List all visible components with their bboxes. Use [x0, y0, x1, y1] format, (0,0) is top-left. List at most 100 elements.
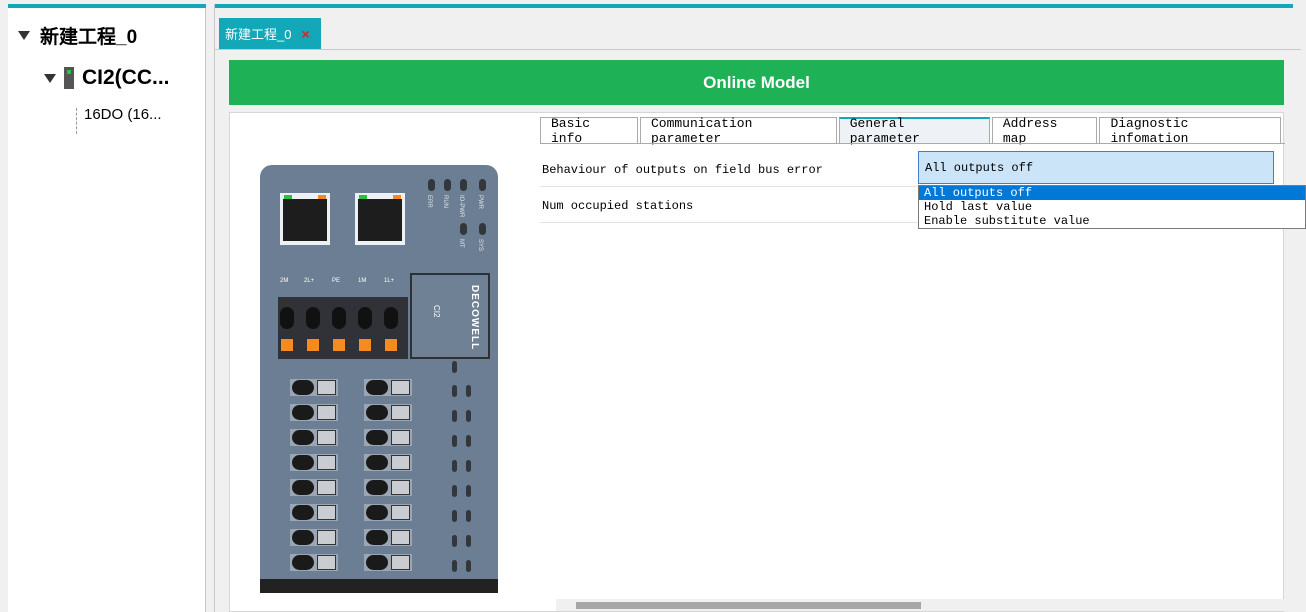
terminal-clamp-icon — [359, 339, 371, 351]
device-base — [260, 579, 498, 593]
tree-node-device-label: CI2(CC... — [82, 66, 170, 89]
led-label-run: RUN — [442, 195, 448, 208]
expand-triangle-icon[interactable] — [18, 31, 30, 40]
terminal-clamp-icon — [333, 339, 345, 351]
led-label-io-pwr: IO-PWR — [458, 195, 464, 218]
activity-led-icon — [318, 195, 326, 199]
channel-led-icon — [466, 460, 471, 472]
tree-node-project[interactable]: 新建工程_0 — [18, 22, 137, 49]
io-terminal — [290, 454, 338, 471]
io-terminal — [290, 529, 338, 546]
terminal-label: 2L+ — [304, 278, 315, 284]
led-label-mt: MT — [458, 239, 464, 248]
io-terminal — [290, 429, 338, 446]
terminal-label: 2M — [280, 278, 289, 284]
terminal-slot — [332, 307, 346, 329]
tab-basic-info[interactable]: Basic info — [540, 115, 638, 146]
tab-general-parameter[interactable]: General parameter — [838, 116, 990, 146]
terminal-slot — [384, 307, 398, 329]
led-label-pwr: PWR — [477, 195, 483, 209]
terminal-clamp-icon — [281, 339, 293, 351]
tree-node-project-label: 新建工程_0 — [40, 27, 138, 48]
terminal-label: 1L+ — [384, 278, 395, 284]
tabs-divider — [540, 143, 1285, 144]
tab-diagnostic-infomation[interactable]: Diagnostic infomation — [1099, 115, 1281, 146]
link-led-icon — [359, 195, 367, 199]
parameter-label: Behaviour of outputs on field bus error — [542, 163, 823, 177]
channel-led-icon — [466, 510, 471, 522]
banner-title: Online Model — [703, 72, 810, 92]
port-hole — [283, 199, 327, 241]
io-terminal — [364, 479, 412, 496]
io-terminal — [364, 529, 412, 546]
power-terminal-block — [278, 297, 408, 359]
io-terminal — [290, 404, 338, 421]
brand-label: DECOWELL — [469, 285, 480, 351]
behaviour-dropdown-list[interactable]: All outputs off Hold last value Enable s… — [918, 185, 1306, 229]
channel-led-icon — [466, 560, 471, 572]
tree-node-module[interactable]: 16DO (16... — [74, 106, 162, 123]
tab-strip-divider — [215, 49, 1301, 50]
channel-led-icon — [452, 361, 457, 373]
close-icon[interactable]: × — [301, 26, 309, 42]
link-led-icon — [284, 195, 292, 199]
io-terminal — [290, 504, 338, 521]
dropdown-option[interactable]: Enable substitute value — [919, 214, 1305, 228]
behaviour-select-value: All outputs off — [925, 160, 1034, 175]
channel-led-icon — [466, 485, 471, 497]
app-root: 新建工程_0 CI2(CC... 16DO (16... 新建工程_0 × On… — [0, 0, 1306, 612]
tree-accent-bar — [8, 4, 206, 8]
editor-accent-bar — [215, 4, 1293, 8]
device-image: ERR RUN IO-PWR PWR MT SYS 2M 2L+ PE 1M 1… — [260, 165, 498, 593]
parameter-label: Num occupied stations — [542, 199, 694, 213]
channel-led-icon — [452, 460, 457, 472]
scrollbar-thumb[interactable] — [576, 602, 921, 609]
status-led-icon — [444, 179, 451, 191]
status-led-icon — [428, 179, 435, 191]
channel-led-icon — [452, 410, 457, 422]
channel-led-icon — [466, 435, 471, 447]
device-icon — [64, 67, 74, 89]
tab-label: Address map — [1002, 115, 1058, 146]
status-led-icon — [479, 179, 486, 191]
io-terminal — [290, 554, 338, 571]
channel-led-icon — [466, 410, 471, 422]
expand-triangle-icon[interactable] — [44, 73, 56, 83]
io-terminal — [290, 379, 338, 396]
dropdown-option[interactable]: All outputs off — [919, 186, 1305, 200]
status-led-icon — [460, 179, 467, 191]
ethernet-port-2 — [355, 193, 405, 245]
behaviour-select[interactable]: All outputs off — [918, 151, 1274, 184]
online-model-banner: Online Model — [229, 60, 1284, 105]
horizontal-scrollbar[interactable] — [556, 599, 1289, 611]
document-tab[interactable]: 新建工程_0 × — [219, 18, 321, 49]
project-tree: 新建工程_0 CI2(CC... 16DO (16... — [8, 4, 206, 612]
led-label-err: ERR — [426, 195, 432, 208]
tree-node-module-label: 16DO (16... — [84, 106, 162, 123]
terminal-slot — [358, 307, 372, 329]
tab-label: General parameter — [849, 116, 920, 146]
tab-communication-parameter[interactable]: Communication parameter — [639, 116, 837, 146]
terminal-label: PE — [332, 278, 341, 284]
tree-node-device[interactable]: CI2(CC... — [44, 66, 170, 90]
io-terminal — [364, 404, 412, 421]
device-cover: DECOWELL CI2 — [410, 273, 490, 359]
channel-led-icon — [466, 535, 471, 547]
terminal-slot — [280, 307, 294, 329]
tab-label: Diagnostic infomation — [1110, 115, 1189, 146]
dropdown-option[interactable]: Hold last value — [919, 200, 1305, 214]
port-hole — [358, 199, 402, 241]
channel-led-icon — [452, 435, 457, 447]
ethernet-port-1 — [280, 193, 330, 245]
channel-led-icon — [452, 560, 457, 572]
status-led-icon — [460, 223, 467, 235]
tab-address-map[interactable]: Address map — [991, 115, 1098, 146]
terminal-slot — [306, 307, 320, 329]
tab-label: Basic info — [551, 115, 591, 146]
parameter-tabs: Basic info Communication parameter Gener… — [540, 115, 1283, 146]
model-label: CI2 — [432, 305, 441, 318]
channel-led-icon — [452, 485, 457, 497]
channel-led-icon — [466, 385, 471, 397]
channel-led-icon — [452, 385, 457, 397]
activity-led-icon — [393, 195, 401, 199]
